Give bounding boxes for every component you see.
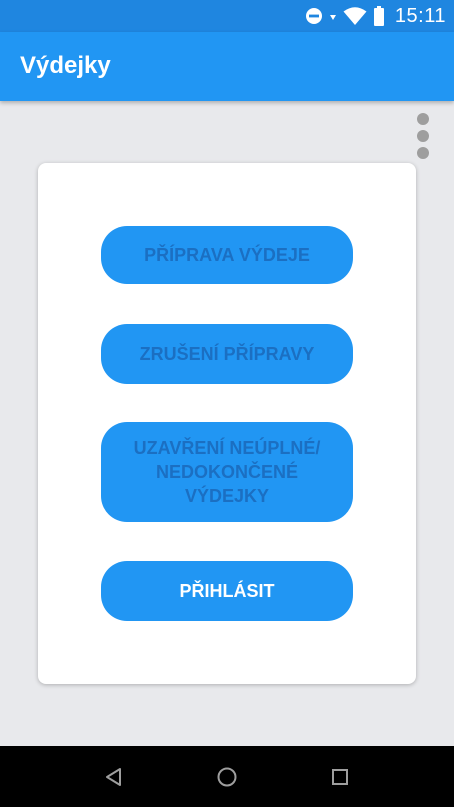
screen: 15:11 Výdejky PŘÍPRAVA VÝDEJE ZRUŠENÍ PŘ… — [0, 0, 454, 807]
data-arrows-icon — [329, 15, 336, 20]
more-vert-dot — [417, 130, 429, 142]
app-title: Výdejky — [20, 52, 111, 79]
status-icons: 15:11 — [305, 0, 446, 32]
recents-icon — [332, 769, 348, 785]
priprava-vydeje-button[interactable]: PŘÍPRAVA VÝDEJE — [101, 226, 353, 284]
more-vert-dot — [417, 113, 429, 125]
overflow-menu-button[interactable] — [416, 113, 430, 159]
nav-home-button[interactable] — [207, 759, 247, 795]
app-bar: Výdejky — [0, 32, 454, 101]
do-not-disturb-icon — [305, 8, 322, 24]
menu-card: PŘÍPRAVA VÝDEJE ZRUŠENÍ PŘÍPRAVY UZAVŘEN… — [38, 163, 416, 684]
navigation-bar — [0, 746, 454, 807]
wifi-icon — [343, 7, 367, 25]
status-time: 15:11 — [394, 4, 446, 27]
uzavreni-vydejky-button[interactable]: UZAVŘENÍ NEÚPLNÉ/ NEDOKONČENÉ VÝDEJKY — [101, 422, 353, 522]
nav-recents-button[interactable] — [320, 759, 360, 795]
more-vert-dot — [417, 147, 429, 159]
nav-back-button[interactable] — [94, 759, 134, 795]
back-icon — [106, 768, 121, 786]
status-bar: 15:11 — [0, 0, 454, 32]
battery-icon — [373, 6, 384, 26]
zruseni-pripravy-button[interactable]: ZRUŠENÍ PŘÍPRAVY — [101, 324, 353, 384]
prihlasit-button[interactable]: PŘIHLÁSIT — [101, 561, 353, 621]
home-icon — [217, 767, 237, 787]
